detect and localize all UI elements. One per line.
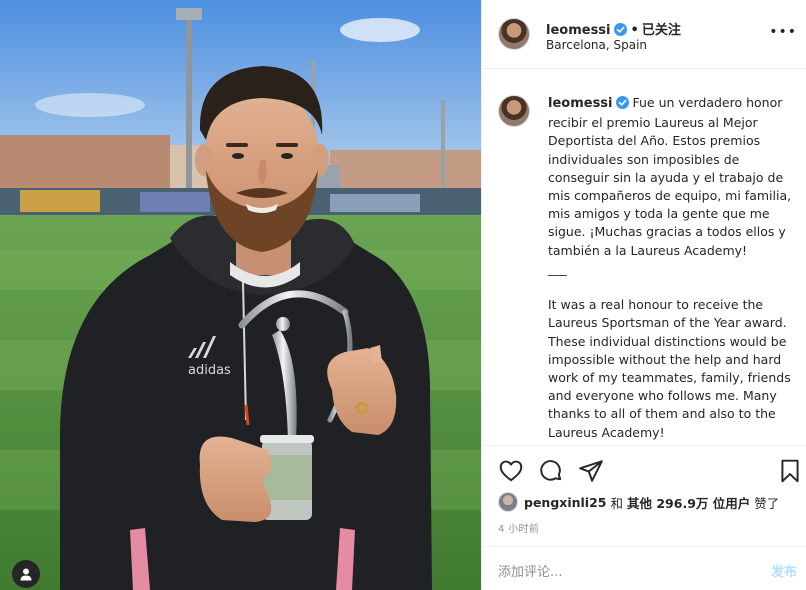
- comment-input[interactable]: 添加评论...: [498, 561, 562, 580]
- liker-username[interactable]: pengxinli25: [524, 495, 606, 510]
- adidas-logo-text: adidas: [188, 363, 231, 378]
- post-header: leomessi • 已关注 Barcelona, Spain •••: [482, 0, 806, 69]
- post-photo[interactable]: adidas: [0, 0, 481, 590]
- caption-text-english: It was a real honour to receive the Laur…: [548, 297, 791, 440]
- caption-separator: ___: [548, 260, 567, 276]
- user-tag-icon[interactable]: [12, 560, 40, 588]
- user-tag-glyph: [20, 568, 32, 581]
- likes-suffix-text: 赞了: [754, 495, 780, 511]
- post-location[interactable]: Barcelona, Spain: [546, 38, 647, 52]
- likes-and-text: 和: [610, 495, 623, 511]
- likes-others-link[interactable]: 其他 296.9万 位用户: [627, 493, 750, 512]
- separator-dot: •: [630, 23, 639, 38]
- bookmark-icon[interactable]: [777, 458, 803, 484]
- caption-author-avatar[interactable]: [498, 95, 530, 127]
- post-sidebar: leomessi • 已关注 Barcelona, Spain ••• leomes…: [481, 0, 806, 590]
- post-caption: leomessi Fue un verdadero honor recibir …: [548, 94, 798, 442]
- post-image: adidas: [0, 0, 481, 590]
- post-timestamp[interactable]: 4 小时前: [498, 520, 539, 535]
- author-header-line: leomessi • 已关注: [546, 19, 681, 40]
- caption-verified-badge-icon: [615, 96, 629, 114]
- post-comment-button[interactable]: 发布: [771, 561, 797, 580]
- caption-username[interactable]: leomessi: [548, 96, 613, 111]
- liker-avatar[interactable]: [498, 492, 518, 512]
- share-icon[interactable]: [578, 458, 604, 484]
- author-username[interactable]: leomessi: [546, 23, 611, 38]
- comment-icon[interactable]: [538, 458, 564, 484]
- action-bar: [482, 445, 806, 493]
- comment-bar: 添加评论... 发布: [482, 546, 806, 590]
- heart-icon[interactable]: [498, 458, 524, 484]
- likes-summary: pengxinli25 和 其他 296.9万 位用户 赞了: [498, 492, 783, 512]
- author-avatar[interactable]: [498, 18, 530, 50]
- caption-text-spanish: Fue un verdadero honor recibir el premio…: [548, 95, 792, 258]
- more-options-icon[interactable]: •••: [769, 24, 797, 40]
- caption-section: leomessi Fue un verdadero honor recibir …: [482, 69, 806, 445]
- follow-status-button[interactable]: 已关注: [642, 23, 681, 38]
